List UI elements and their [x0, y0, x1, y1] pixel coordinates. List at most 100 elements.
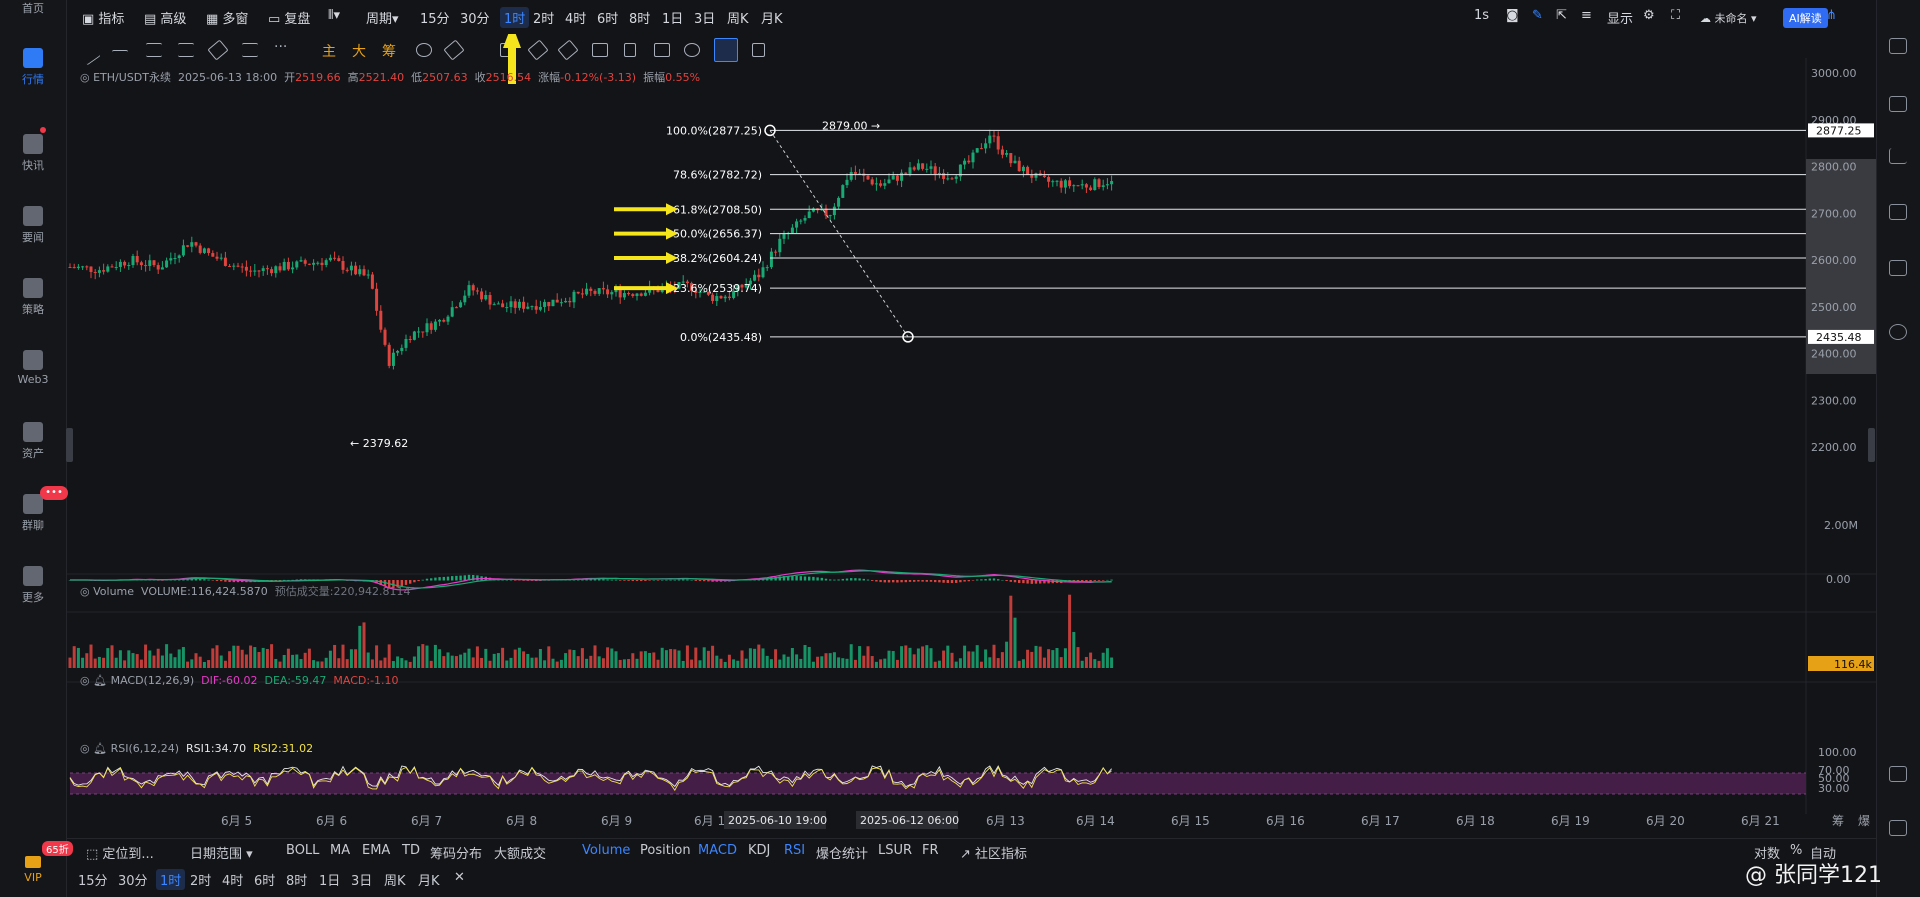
quick-week[interactable]: 周K: [384, 870, 406, 889]
volume-bar: [715, 655, 719, 668]
overlay-ema[interactable]: EMA: [362, 843, 390, 858]
replay-button[interactable]: ▭ 复盘: [268, 8, 310, 27]
book-icon[interactable]: [1889, 820, 1907, 836]
candle-body: [526, 306, 530, 309]
quick-4h[interactable]: 4时: [222, 870, 243, 889]
interval-15m[interactable]: 15分: [420, 8, 450, 27]
interval-6h[interactable]: 6时: [597, 8, 618, 27]
calculator-icon[interactable]: [1889, 260, 1907, 276]
interval-2h[interactable]: 2时: [533, 8, 554, 27]
date-range-dropdown[interactable]: 日期范围 ▾: [190, 843, 253, 862]
period-dropdown[interactable]: 周期▾: [366, 8, 399, 27]
nav-news[interactable]: 要闻: [0, 206, 66, 245]
list-icon[interactable]: ≡: [1581, 8, 1592, 23]
volume-bar: [102, 657, 106, 668]
locate-button[interactable]: ⬚ 定位到...: [86, 843, 154, 862]
interval-month[interactable]: 月K: [761, 8, 783, 27]
bell-icon[interactable]: 🔔︎: [93, 742, 107, 755]
candle-body: [996, 136, 1000, 150]
volume-bar: [555, 661, 559, 668]
quick-1h[interactable]: 1时: [156, 869, 186, 890]
panel-icon[interactable]: [1889, 38, 1907, 54]
interval-4h[interactable]: 4时: [565, 8, 586, 27]
macd-bar: [451, 576, 454, 581]
macd-bar: [984, 578, 987, 581]
volume-bar: [446, 652, 450, 668]
nav-home[interactable]: 首页: [0, 0, 66, 16]
interval-1d[interactable]: 1日: [662, 8, 683, 27]
subchart-position[interactable]: Position: [640, 843, 691, 858]
overlay-ma[interactable]: MA: [330, 843, 350, 858]
candle-body: [223, 257, 227, 266]
fullscreen-icon[interactable]: ⛶: [1671, 8, 1680, 23]
collapse-eye-icon[interactable]: ◎: [80, 674, 93, 687]
subchart-liquidations[interactable]: 爆仓统计: [816, 843, 868, 862]
volume-bar: [320, 661, 324, 668]
interval-week[interactable]: 周K: [727, 8, 749, 27]
nav-strategy[interactable]: 策略: [0, 278, 66, 317]
chart-icon[interactable]: [1889, 96, 1907, 112]
subchart-fr[interactable]: FR: [922, 843, 939, 858]
multi-window-button[interactable]: ▦ 多窗: [206, 8, 248, 27]
camera-icon[interactable]: ◙: [1506, 8, 1519, 23]
advanced-button[interactable]: ▤ 高级: [144, 8, 186, 27]
close-quick-bar-icon[interactable]: ✕: [454, 870, 465, 885]
candle-body: [870, 179, 874, 185]
bell-icon[interactable]: 🔔︎: [93, 674, 107, 687]
interval-8h[interactable]: 8时: [629, 8, 650, 27]
collapse-eye-icon[interactable]: ◎: [80, 71, 93, 84]
stats-icon[interactable]: [1889, 204, 1907, 220]
pen-icon[interactable]: ✎: [1532, 8, 1543, 23]
ai-interpret-button[interactable]: AI解读: [1783, 8, 1828, 28]
nav-flash[interactable]: 快讯: [0, 134, 66, 173]
overlay-td[interactable]: TD: [402, 843, 420, 858]
quick-3d[interactable]: 3日: [351, 870, 372, 889]
quick-month[interactable]: 月K: [418, 870, 440, 889]
subchart-kdj[interactable]: KDJ: [748, 843, 770, 858]
interval-1h[interactable]: 1时: [500, 7, 530, 28]
interval-30m[interactable]: 30分: [460, 8, 490, 27]
display-button[interactable]: 显示: [1607, 8, 1633, 27]
collapse-eye-icon[interactable]: ◎: [80, 742, 93, 755]
nav-market[interactable]: 行情: [0, 48, 66, 87]
scale-percent[interactable]: %: [1790, 843, 1802, 858]
candle-body: [564, 300, 568, 303]
nav-web3[interactable]: Web3: [0, 350, 66, 386]
share-icon[interactable]: ⇱: [1556, 8, 1567, 23]
collapse-eye-icon[interactable]: ◎: [80, 585, 93, 598]
community-indicators[interactable]: ↗ 社区指标: [960, 843, 1027, 862]
quick-1d[interactable]: 1日: [319, 870, 340, 889]
subchart-volume[interactable]: Volume: [582, 843, 630, 858]
quick-6h[interactable]: 6时: [254, 870, 275, 889]
volume-bar: [492, 653, 496, 668]
quick-15m[interactable]: 15分: [78, 870, 108, 889]
quick-30m[interactable]: 30分: [118, 870, 148, 889]
layout-icon[interactable]: [1889, 766, 1907, 782]
nav-more[interactable]: 更多: [0, 566, 66, 605]
trend-icon[interactable]: [1889, 148, 1907, 164]
candle-body: [992, 135, 996, 137]
layout-dropdown[interactable]: ☁ 未命名 ▾: [1700, 10, 1757, 26]
price-chart[interactable]: 100.0%(2877.25) 78.6%(2782.72) 61.8%(2708.…: [66, 34, 1876, 838]
overlay-boll[interactable]: BOLL: [286, 843, 319, 858]
collapse-left-handle[interactable]: [66, 428, 73, 462]
fibonacci-retracement[interactable]: 100.0%(2877.25) 78.6%(2782.72) 61.8%(2708.…: [350, 119, 1806, 450]
settings-gear-icon[interactable]: ⚙: [1643, 8, 1655, 23]
interval-3d[interactable]: 3日: [694, 8, 715, 27]
overlay-big-trades[interactable]: 大额成交: [494, 843, 546, 862]
chart-type-dropdown[interactable]: ⫴▾: [328, 8, 340, 23]
subchart-macd[interactable]: MACD: [698, 843, 737, 858]
collapse-right-handle[interactable]: [1868, 428, 1875, 462]
overlay-chips[interactable]: 筹码分布: [430, 843, 482, 862]
volume-bar: [891, 651, 895, 668]
quick-8h[interactable]: 8时: [286, 870, 307, 889]
refresh-rate[interactable]: 1s: [1474, 8, 1489, 23]
subchart-rsi[interactable]: RSI: [784, 843, 805, 858]
indicators-button[interactable]: ▣ 指标: [82, 8, 124, 27]
nav-assets[interactable]: 资产: [0, 422, 66, 461]
macd-bar: [883, 580, 886, 583]
subchart-lsur[interactable]: LSUR: [878, 843, 912, 858]
alert-icon[interactable]: [1889, 324, 1907, 340]
macd-bar: [921, 580, 924, 582]
quick-2h[interactable]: 2时: [190, 870, 211, 889]
